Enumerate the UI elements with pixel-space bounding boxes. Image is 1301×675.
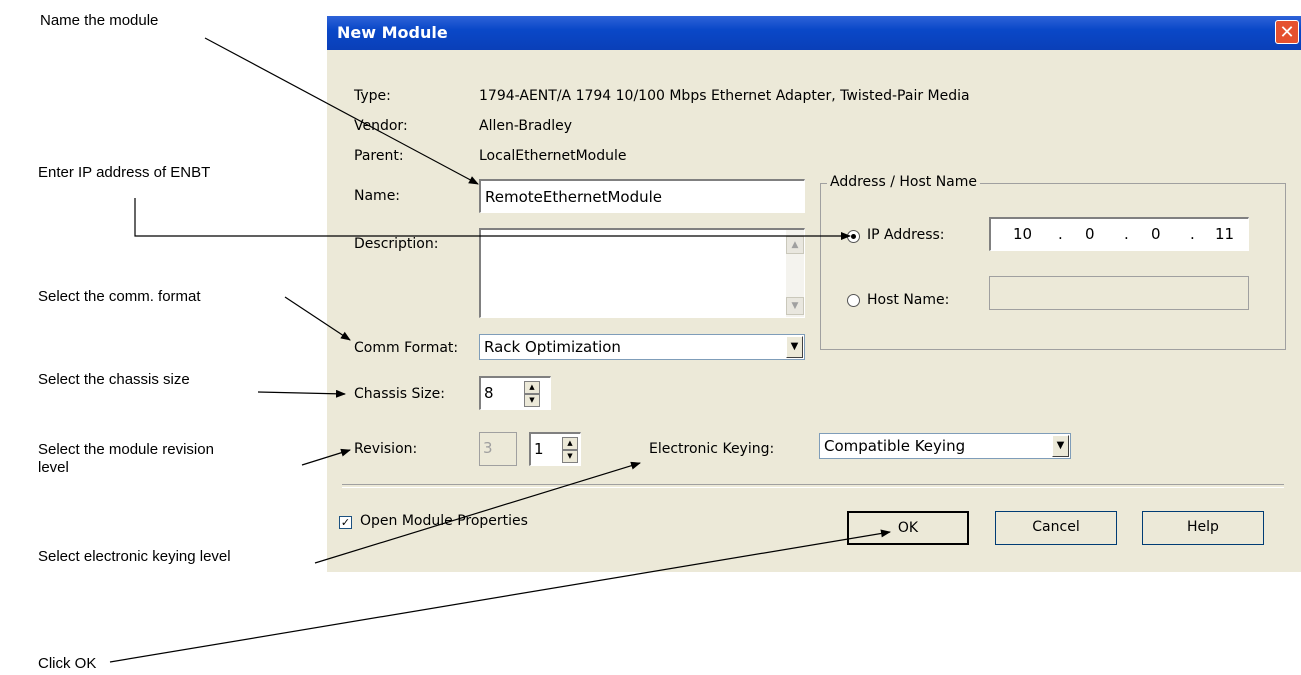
arrow-enter-ip <box>134 198 851 240</box>
arrow-revision <box>301 448 351 466</box>
arrow-click-ok <box>109 529 891 663</box>
arrow-name-module <box>204 37 479 185</box>
arrow-comm-format <box>284 296 351 341</box>
arrow-chassis-size <box>257 389 346 398</box>
arrow-keying <box>314 461 641 564</box>
callout-arrows <box>109 37 891 663</box>
